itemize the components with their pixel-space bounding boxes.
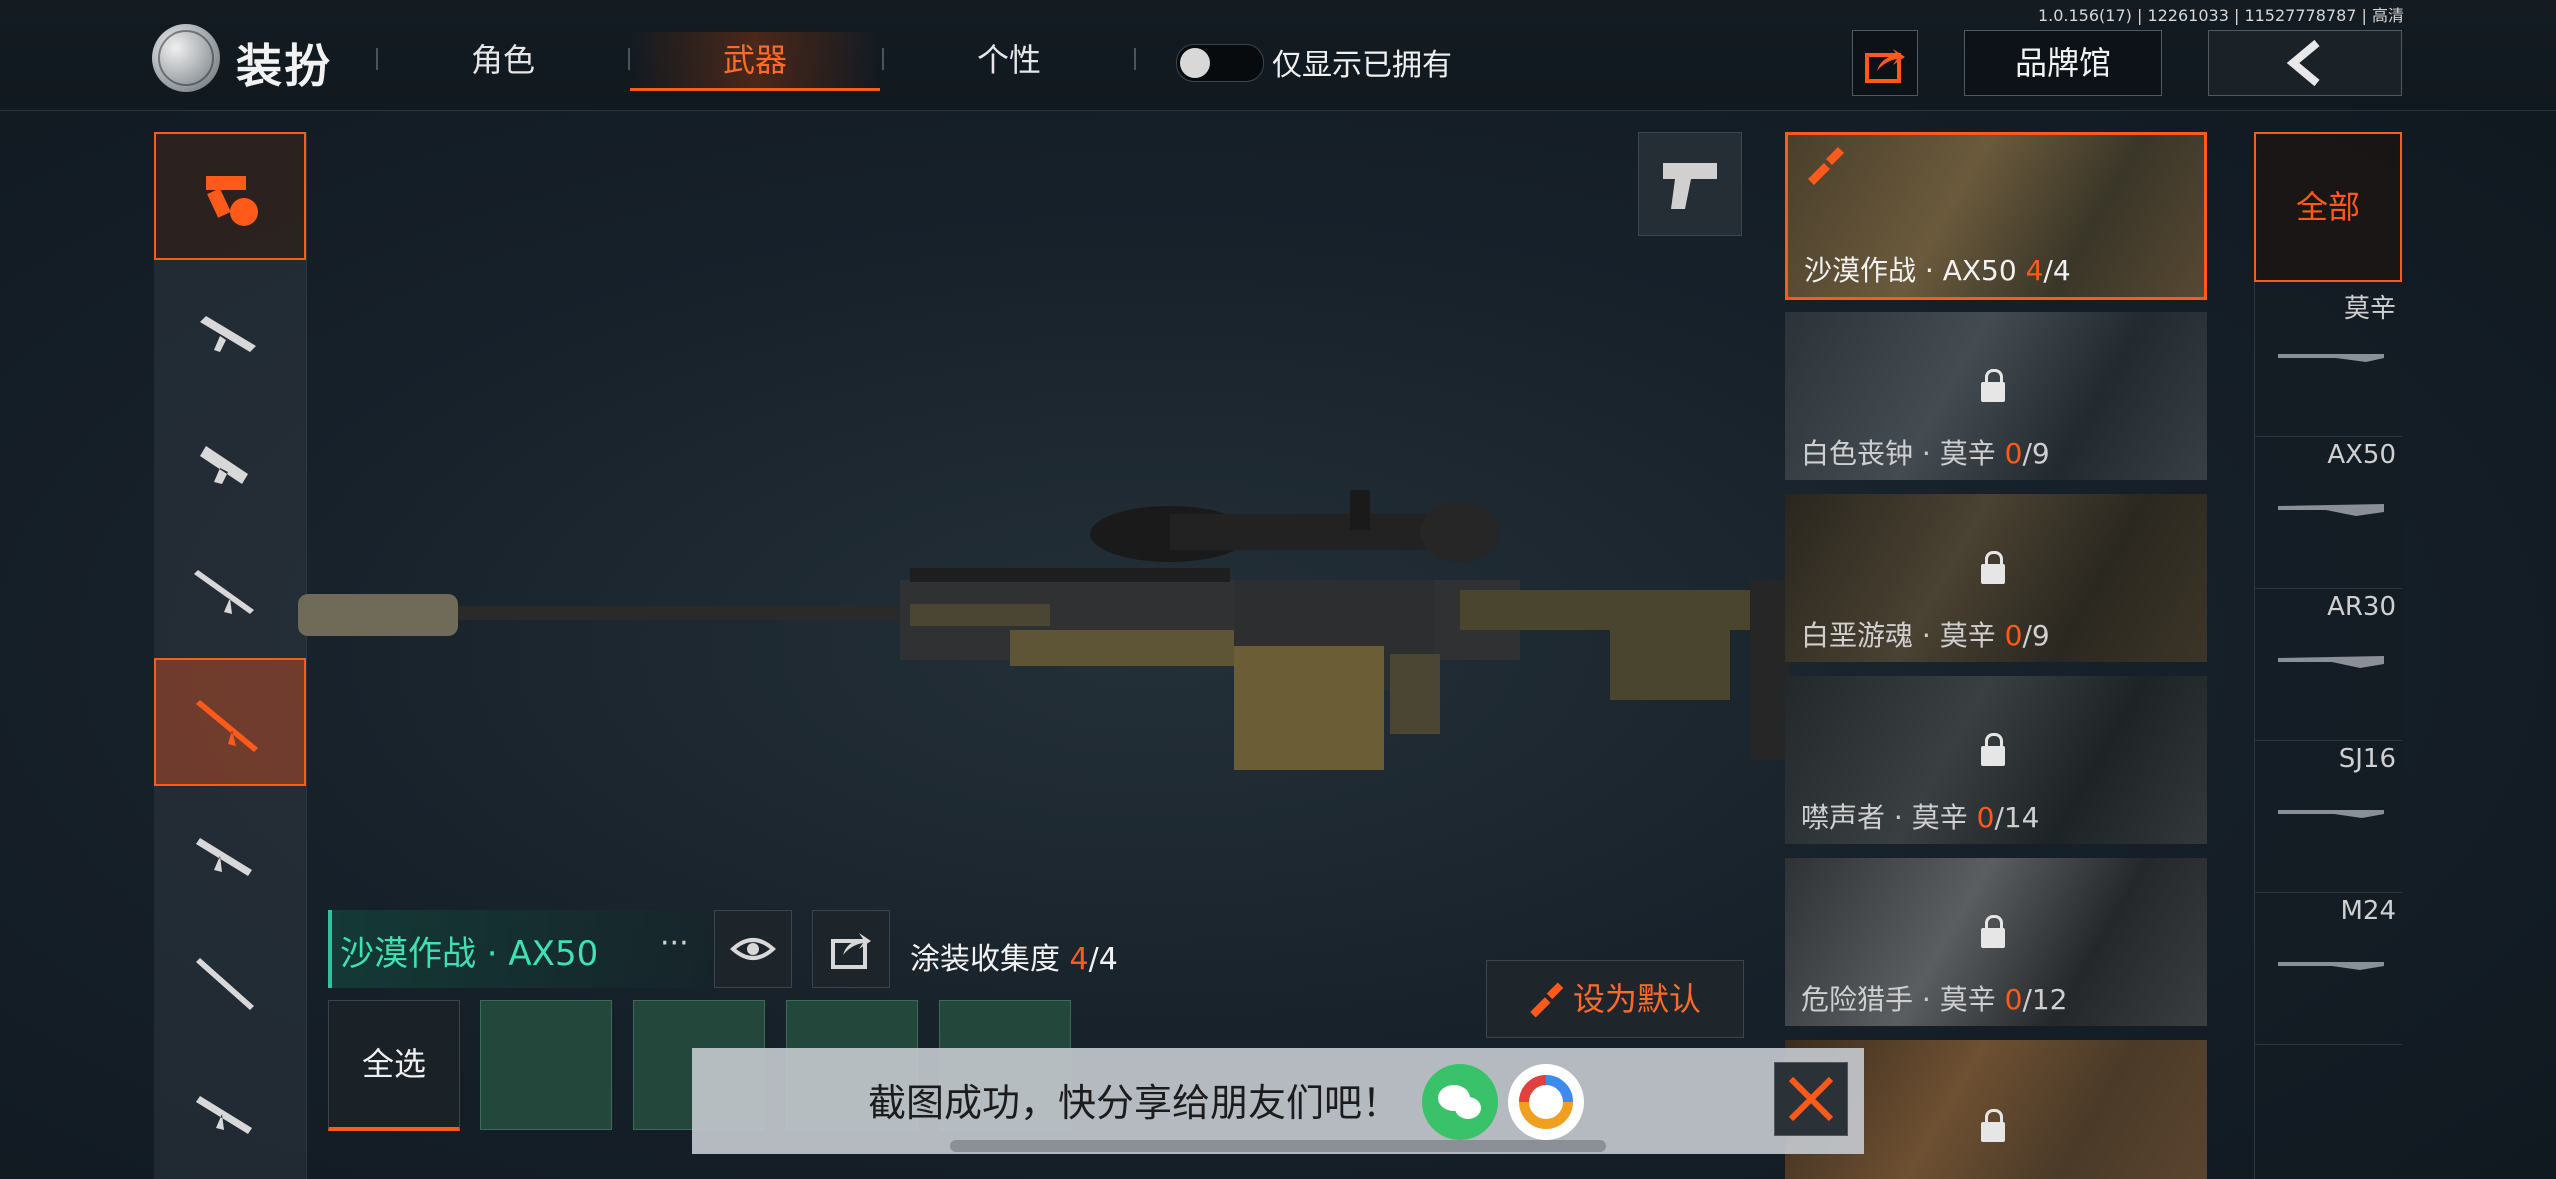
category-carbine[interactable] — [154, 790, 306, 918]
eye-icon — [730, 938, 776, 960]
tab-divider — [1134, 48, 1136, 70]
category-all-weapons[interactable] — [154, 132, 306, 260]
category-lmg[interactable] — [154, 1046, 306, 1174]
set-default-button[interactable]: 设为默认 — [1486, 960, 1744, 1038]
filter-label: AR30 — [2327, 592, 2396, 622]
filter-mosin[interactable]: 莫辛 — [2254, 284, 2402, 437]
tab-character[interactable]: 角色 — [378, 32, 628, 88]
assault-rifle-icon — [200, 316, 256, 352]
lock-icon — [1981, 369, 2005, 402]
collection-progress: 涂装收集度 4/4 — [910, 942, 1118, 977]
skin-card[interactable]: 白色丧钟 · 莫辛 0/9 — [1785, 312, 2207, 480]
category-smg[interactable] — [154, 398, 306, 526]
toast-close-button[interactable] — [1774, 1062, 1848, 1136]
brush-icon — [1808, 147, 1844, 185]
carbine-icon — [196, 838, 252, 876]
variant-swatch[interactable] — [480, 1000, 612, 1130]
filter-label: M24 — [2340, 896, 2396, 926]
filter-label: AX50 — [2327, 440, 2396, 470]
back-arrow-icon — [2286, 39, 2320, 87]
m24-icon — [2278, 962, 2384, 970]
category-sniper[interactable] — [154, 658, 306, 786]
category-rifle[interactable] — [154, 526, 306, 654]
filter-sj16[interactable]: SJ16 — [2254, 740, 2402, 893]
skin-card[interactable]: 噤声者 · 莫辛 0/14 — [1785, 676, 2207, 844]
skin-name: 沙漠作战 · AX50 4/4 — [1804, 254, 2071, 287]
moments-share-button[interactable] — [1508, 1064, 1584, 1140]
filter-label: SJ16 — [2338, 744, 2396, 774]
version-info: 1.0.156(17) | 12261033 | 11527778787 | 高… — [2037, 6, 2404, 25]
mosin-icon — [2278, 354, 2384, 362]
weapon-model-ax50 — [290, 470, 1790, 776]
category-shotgun[interactable] — [154, 918, 306, 1046]
ar30-icon — [2278, 656, 2384, 668]
filter-m24[interactable]: M24 — [2254, 892, 2402, 1045]
globe-logo-icon — [152, 24, 220, 92]
pistol-icon — [1663, 163, 1717, 209]
owned-only-label: 仅显示已拥有 — [1272, 48, 1452, 83]
category-assault-rifle[interactable] — [154, 270, 306, 398]
filter-ax50[interactable]: AX50 — [2254, 436, 2402, 589]
toast-message: 截图成功，快分享给朋友们吧！ — [868, 1081, 1401, 1125]
more-options-button[interactable]: ··· — [660, 926, 689, 961]
lmg-icon — [196, 1096, 252, 1134]
weapon-all-icon — [206, 176, 258, 226]
preview-button[interactable] — [714, 910, 792, 988]
shotgun-icon — [196, 958, 254, 1010]
back-button[interactable] — [2208, 30, 2402, 96]
select-all-button[interactable]: 全选 — [328, 1000, 460, 1131]
brush-icon — [1530, 982, 1564, 1018]
wechat-share-button[interactable] — [1422, 1064, 1498, 1140]
tab-personality[interactable]: 个性 — [884, 32, 1134, 88]
lock-icon — [1981, 733, 2005, 766]
page-title: 装扮 — [236, 39, 332, 93]
share-icon — [1865, 49, 1905, 83]
skin-card[interactable]: 沙漠作战 · AX50 4/4 — [1785, 132, 2207, 300]
lock-icon — [1981, 551, 2005, 584]
sj16-icon — [2278, 810, 2384, 818]
rifle-icon — [194, 570, 254, 614]
brand-hall-button[interactable]: 品牌馆 — [1964, 30, 2162, 96]
skin-card[interactable]: 白垩游魂 · 莫辛 0/9 — [1785, 494, 2207, 662]
skin-name: 白垩游魂 · 莫辛 0/9 — [1801, 619, 2050, 652]
skin-name: 白色丧钟 · 莫辛 0/9 — [1801, 437, 2050, 470]
skin-name: 危险猎手 · 莫辛 0/12 — [1801, 983, 2068, 1016]
wechat-icon — [1438, 1085, 1481, 1119]
moments-icon — [1519, 1075, 1573, 1129]
owned-only-toggle[interactable] — [1176, 44, 1264, 82]
share-button[interactable] — [1852, 30, 1918, 96]
lock-icon — [1981, 1109, 2005, 1142]
set-default-label: 设为默认 — [1573, 980, 1702, 1018]
sniper-icon — [196, 700, 258, 752]
tab-weapon[interactable]: 武器 — [630, 32, 880, 91]
smg-icon — [200, 446, 248, 484]
filter-all-button[interactable]: 全部 — [2254, 132, 2402, 282]
share-skin-button[interactable] — [812, 910, 890, 988]
ax50-icon — [2278, 504, 2384, 516]
home-indicator — [950, 1140, 1606, 1152]
secondary-weapon-button[interactable] — [1638, 132, 1742, 236]
skin-name: 噤声者 · 莫辛 0/14 — [1801, 801, 2040, 834]
filter-ar30[interactable]: AR30 — [2254, 588, 2402, 741]
current-skin-name: 沙漠作战 · AX50 — [340, 934, 599, 974]
close-icon — [1788, 1076, 1834, 1122]
toggle-knob — [1180, 48, 1210, 78]
filter-label: 莫辛 — [2343, 294, 2396, 324]
skin-card[interactable]: 危险猎手 · 莫辛 0/12 — [1785, 858, 2207, 1026]
lock-icon — [1981, 915, 2005, 948]
share-icon — [831, 933, 871, 969]
